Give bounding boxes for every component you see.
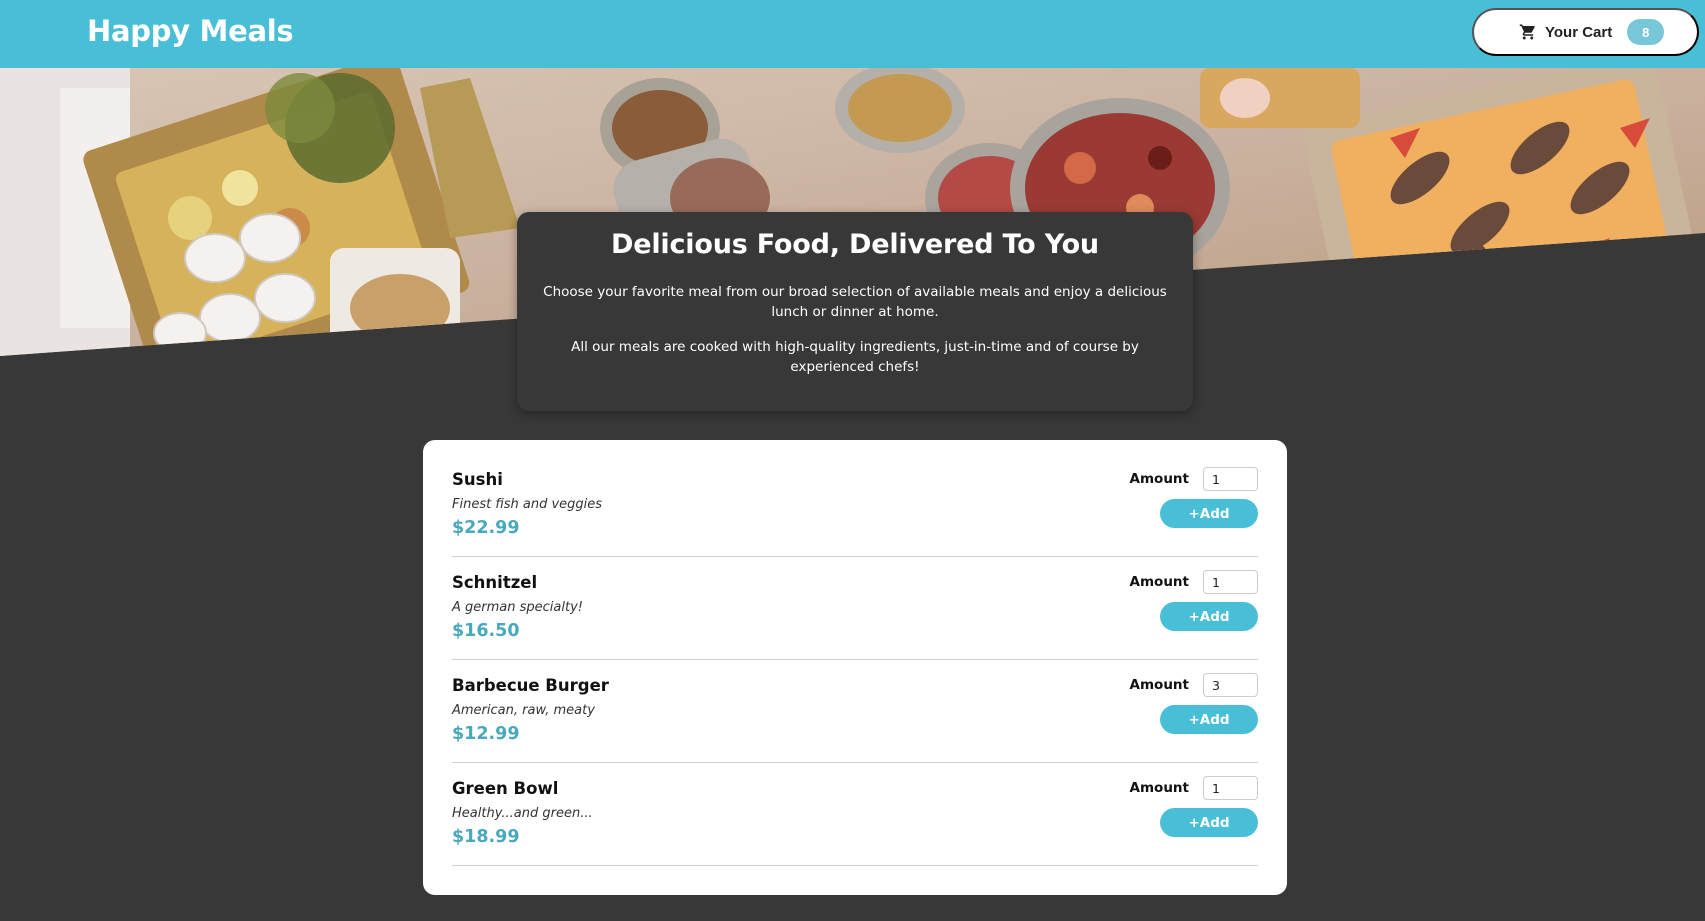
meal-description: Healthy...and green... (452, 806, 593, 821)
summary-paragraph-1: Choose your favorite meal from our broad… (543, 284, 1167, 320)
summary-paragraph-2: All our meals are cooked with high-quali… (571, 339, 1139, 375)
add-to-cart-button[interactable]: +Add (1160, 602, 1258, 631)
meal-item: Schnitzel A german specialty! $16.50 Amo… (452, 557, 1258, 660)
amount-input[interactable] (1203, 570, 1258, 594)
amount-label: Amount (1129, 574, 1189, 590)
meal-description: A german specialty! (452, 600, 583, 615)
amount-label: Amount (1129, 677, 1189, 693)
meal-item: Barbecue Burger American, raw, meaty $12… (452, 660, 1258, 763)
cart-count-badge: 8 (1627, 19, 1665, 45)
amount-input[interactable] (1203, 776, 1258, 800)
amount-input[interactable] (1203, 673, 1258, 697)
summary-card: Delicious Food, Delivered To You Choose … (517, 212, 1193, 411)
amount-label: Amount (1129, 471, 1189, 487)
meal-price: $16.50 (452, 621, 520, 641)
shopping-cart-icon (1519, 23, 1537, 41)
add-to-cart-button[interactable]: +Add (1160, 705, 1258, 734)
amount-input[interactable] (1203, 467, 1258, 491)
meal-form: Amount +Add (1098, 467, 1258, 528)
cart-label: Your Cart (1545, 23, 1613, 41)
cart-button[interactable]: Your Cart 8 (1472, 8, 1699, 56)
meals-list-card: Sushi Finest fish and veggies $22.99 Amo… (423, 440, 1287, 895)
meal-item: Sushi Finest fish and veggies $22.99 Amo… (452, 454, 1258, 557)
meal-price: $18.99 (452, 827, 520, 847)
meal-form: Amount +Add (1098, 570, 1258, 631)
meal-description: Finest fish and veggies (452, 497, 603, 512)
add-to-cart-button[interactable]: +Add (1160, 808, 1258, 837)
meal-price: $12.99 (452, 724, 520, 744)
add-to-cart-button[interactable]: +Add (1160, 499, 1258, 528)
meal-item: Green Bowl Healthy...and green... $18.99… (452, 763, 1258, 866)
meal-form: Amount +Add (1098, 776, 1258, 837)
app-header: Happy Meals Your Cart 8 (0, 0, 1705, 68)
meal-price: $22.99 (452, 518, 520, 538)
meal-description: American, raw, meaty (452, 703, 595, 718)
meal-form: Amount +Add (1098, 673, 1258, 734)
amount-label: Amount (1129, 780, 1189, 796)
summary-title: Delicious Food, Delivered To You (611, 229, 1099, 260)
brand-title: Happy Meals (87, 14, 294, 48)
